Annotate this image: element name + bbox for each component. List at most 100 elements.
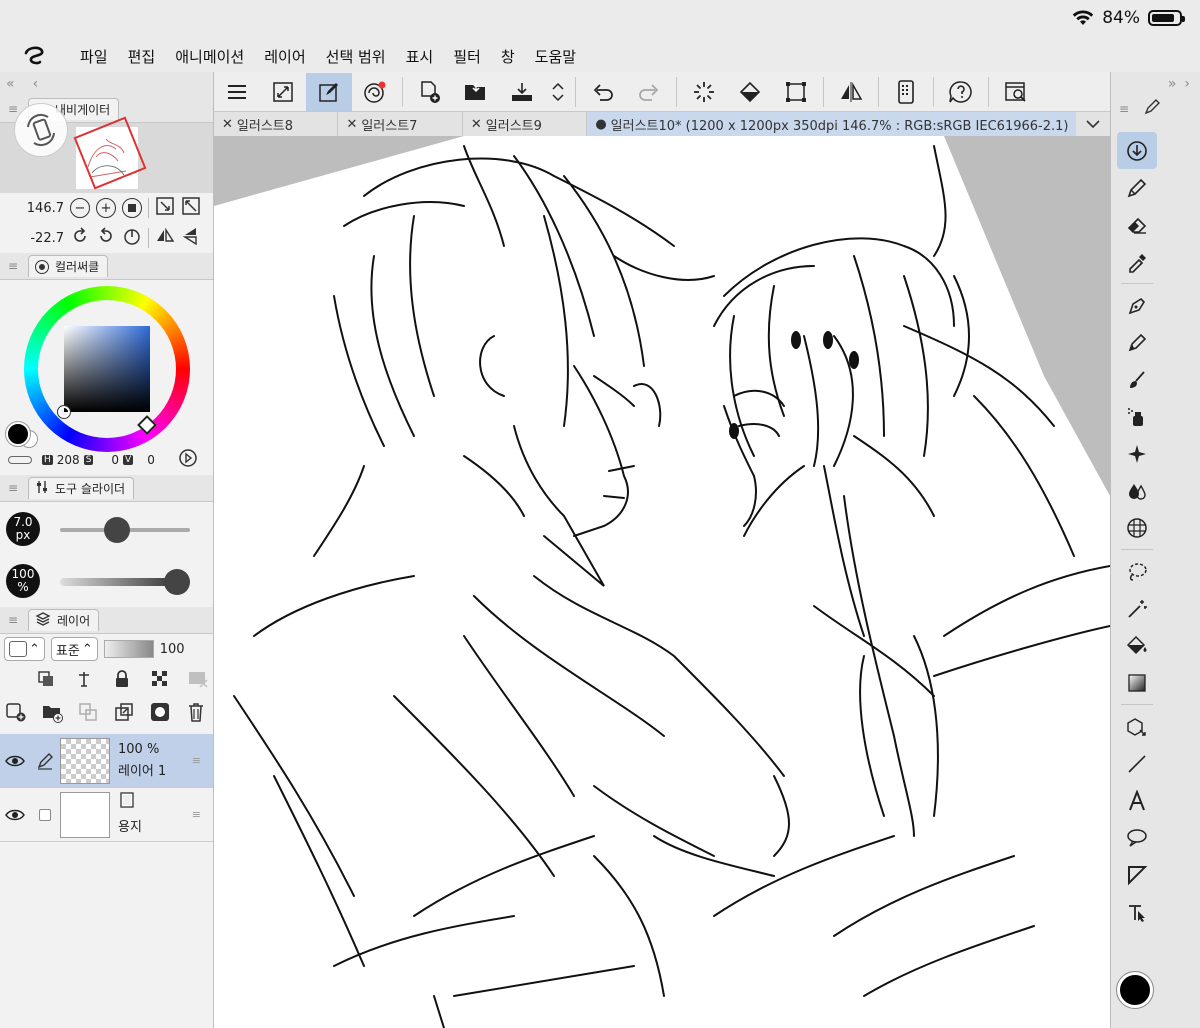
flip-canvas-icon[interactable] bbox=[828, 73, 874, 111]
move-tool-icon[interactable] bbox=[1117, 132, 1157, 169]
menu-window[interactable]: 창 bbox=[491, 46, 525, 67]
tab-illust7[interactable]: ✕ 일러스트7 bbox=[338, 112, 463, 136]
airbrush-tool-icon[interactable] bbox=[1117, 398, 1157, 435]
layer-tab[interactable]: 레이어 bbox=[28, 609, 100, 631]
tab-illust10[interactable]: ● 일러스트10* (1200 x 1200px 350dpi 146.7% : … bbox=[587, 112, 1077, 136]
lasso-tool-icon[interactable] bbox=[1117, 553, 1157, 590]
close-icon[interactable]: ✕ bbox=[471, 117, 482, 132]
rotate-left-icon[interactable] bbox=[70, 226, 90, 250]
tab-illust9[interactable]: ✕ 일러스트9 bbox=[463, 112, 588, 136]
menu-layer[interactable]: 레이어 bbox=[254, 46, 315, 67]
layer-mask-icon[interactable] bbox=[148, 700, 172, 724]
play-circle-icon[interactable] bbox=[178, 448, 198, 471]
panel-grip-icon[interactable]: ≡ bbox=[8, 613, 18, 627]
panel-grip-icon[interactable]: ≡ bbox=[8, 259, 18, 273]
current-color-swatch[interactable] bbox=[1116, 971, 1154, 1009]
main-color-swatch[interactable] bbox=[5, 421, 31, 447]
canvas-sketch[interactable] bbox=[214, 136, 1110, 1028]
reference-layer-icon[interactable] bbox=[72, 667, 96, 691]
open-folder-icon[interactable] bbox=[453, 73, 499, 111]
frame-border-tool-icon[interactable] bbox=[1117, 856, 1157, 893]
new-layer-icon[interactable] bbox=[4, 700, 28, 724]
color-circle-tab[interactable]: 컬러써클 bbox=[28, 255, 109, 277]
pencil-tool-icon[interactable] bbox=[1117, 324, 1157, 361]
zoom-in-icon[interactable]: + bbox=[96, 198, 116, 218]
balloon-tool-icon[interactable] bbox=[1117, 819, 1157, 856]
flip-horizontal-icon[interactable] bbox=[155, 226, 175, 250]
sv-marker[interactable] bbox=[57, 405, 71, 419]
double-chevron-right-icon[interactable]: » bbox=[1168, 76, 1177, 92]
transfer-down-icon[interactable] bbox=[76, 700, 100, 724]
opacity-slider[interactable] bbox=[60, 569, 190, 595]
saturation-value-square[interactable] bbox=[64, 326, 150, 412]
brush-size-knob[interactable] bbox=[103, 517, 130, 543]
loading-spinner-icon[interactable] bbox=[681, 73, 727, 111]
chevron-right-icon[interactable]: › bbox=[1184, 76, 1190, 92]
clip-studio-icon[interactable] bbox=[352, 73, 398, 111]
new-folder-icon[interactable] bbox=[40, 700, 64, 724]
layer-opacity-slider[interactable] bbox=[103, 640, 154, 658]
tool-slider-tab[interactable]: 도구 슬라이더 bbox=[28, 477, 135, 499]
panel-grip-icon[interactable]: ≡ bbox=[1119, 102, 1129, 116]
3d-object-tool-icon[interactable] bbox=[1117, 708, 1157, 745]
tool-tab-pen-icon[interactable] bbox=[1143, 98, 1161, 120]
rotate-right-icon[interactable] bbox=[96, 226, 116, 250]
merge-down-icon[interactable] bbox=[112, 700, 136, 724]
delete-layer-icon[interactable] bbox=[184, 700, 208, 724]
brush-tool-icon[interactable] bbox=[1117, 361, 1157, 398]
layer-color-dropdown[interactable]: ⌃ bbox=[4, 637, 45, 661]
rotation-value[interactable]: -22.7 bbox=[8, 231, 64, 246]
layer-opacity-value[interactable]: 100 bbox=[160, 642, 185, 657]
drag-handle-icon[interactable]: ≡ bbox=[192, 754, 201, 767]
redo-icon[interactable] bbox=[626, 73, 672, 111]
eraser-tool-icon[interactable] bbox=[1117, 206, 1157, 243]
navigator-preview[interactable] bbox=[0, 103, 213, 193]
zoom-reset-icon[interactable] bbox=[122, 198, 142, 218]
blend-mode-dropdown[interactable]: 표준 ⌃ bbox=[50, 637, 98, 661]
flip-vertical-icon[interactable] bbox=[181, 226, 201, 250]
drag-handle-icon[interactable]: ≡ bbox=[192, 808, 201, 821]
window-search-icon[interactable] bbox=[993, 73, 1039, 111]
zoom-value[interactable]: 146.7 bbox=[8, 201, 64, 216]
menu-animation[interactable]: 애니메이션 bbox=[165, 46, 254, 67]
close-icon[interactable]: ✕ bbox=[222, 117, 233, 132]
brush-size-slider[interactable] bbox=[60, 517, 190, 543]
mask-disabled-icon[interactable] bbox=[186, 667, 210, 691]
layer-checkbox[interactable] bbox=[30, 808, 60, 821]
chevron-updown-icon[interactable] bbox=[545, 73, 571, 111]
fit-to-window-icon[interactable] bbox=[181, 196, 201, 220]
panel-grip-icon[interactable]: ≡ bbox=[8, 102, 18, 116]
edit-mode-icon[interactable] bbox=[306, 72, 352, 111]
magic-wand-tool-icon[interactable] bbox=[1117, 590, 1157, 627]
tab-illust8[interactable]: ✕ 일러스트8 bbox=[214, 112, 339, 136]
pen-tool-icon[interactable] bbox=[1117, 169, 1157, 206]
fullscreen-icon[interactable] bbox=[260, 73, 306, 111]
canvas-area[interactable] bbox=[214, 136, 1110, 1028]
gradient-tool-icon[interactable] bbox=[1117, 664, 1157, 701]
menu-file[interactable]: 파일 bbox=[70, 46, 118, 67]
save-icon[interactable] bbox=[499, 73, 545, 111]
actual-size-icon[interactable] bbox=[155, 196, 175, 220]
transform-icon[interactable] bbox=[773, 73, 819, 111]
lock-icon[interactable] bbox=[110, 667, 134, 691]
menu-help[interactable]: 도움말 bbox=[525, 46, 586, 67]
menu-edit[interactable]: 편집 bbox=[118, 46, 166, 67]
figure-ruler-tool-icon[interactable] bbox=[1117, 509, 1157, 546]
menu-view[interactable]: 표시 bbox=[396, 46, 444, 67]
eye-icon[interactable] bbox=[0, 808, 30, 822]
layer-row-layer1[interactable]: 100 % 레이어 1 ≡ bbox=[0, 734, 213, 788]
opacity-knob[interactable] bbox=[164, 569, 190, 595]
menu-filter[interactable]: 필터 bbox=[443, 46, 491, 67]
menu-selection[interactable]: 선택 범위 bbox=[316, 46, 396, 67]
double-chevron-left-icon[interactable]: « bbox=[6, 76, 15, 92]
device-settings-icon[interactable] bbox=[883, 73, 929, 111]
clip-studio-logo-icon[interactable] bbox=[0, 45, 70, 67]
correct-line-tool-icon[interactable] bbox=[1117, 893, 1157, 930]
new-canvas-icon[interactable] bbox=[407, 73, 453, 111]
pen-edit-icon[interactable] bbox=[30, 752, 60, 770]
eye-icon[interactable] bbox=[0, 754, 30, 768]
fountain-pen-tool-icon[interactable] bbox=[1117, 287, 1157, 324]
chevron-left-icon[interactable]: ‹ bbox=[33, 76, 39, 92]
rotate-canvas-icon[interactable] bbox=[14, 103, 68, 157]
decoration-tool-icon[interactable] bbox=[1117, 435, 1157, 472]
